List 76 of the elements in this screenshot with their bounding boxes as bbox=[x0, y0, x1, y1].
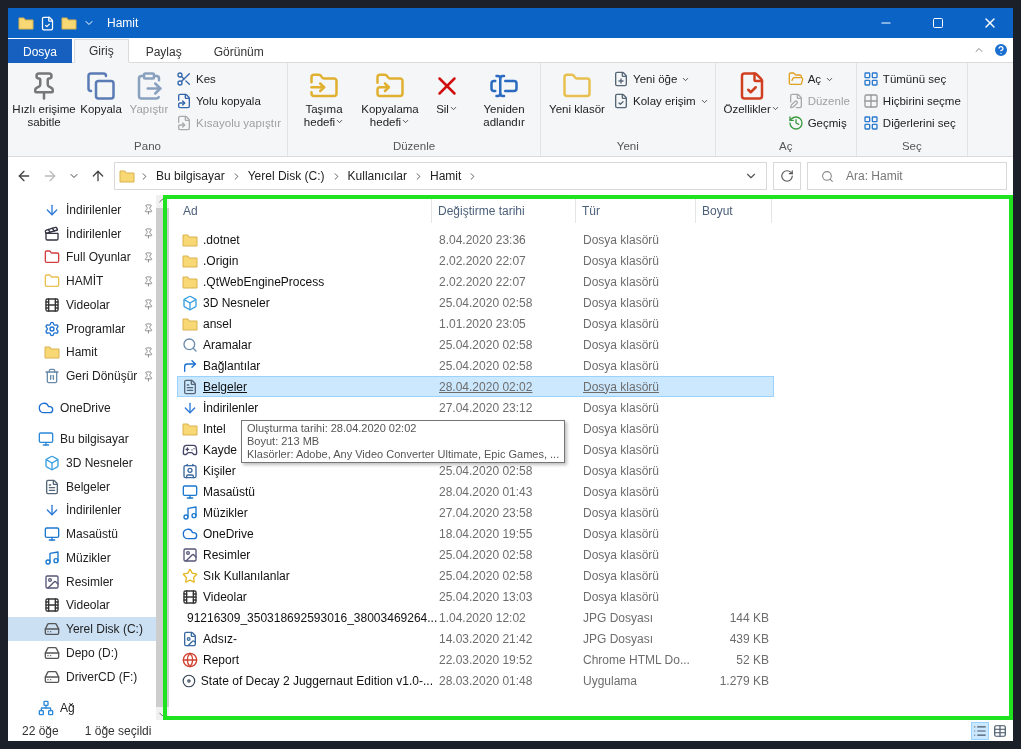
type-cell-text: Dosya klasörü bbox=[582, 379, 661, 394]
file-name: .QtWebEngineProcess bbox=[203, 274, 325, 289]
file-name: Kişiler bbox=[203, 463, 236, 478]
file-name: Report bbox=[203, 652, 240, 667]
file-name: ansel bbox=[203, 316, 232, 331]
type-cell-text: Dosya klasörü bbox=[582, 232, 661, 247]
type-cell-text: Dosya klasörü bbox=[582, 421, 661, 436]
type-cell-text: Dosya klasörü bbox=[582, 589, 661, 604]
date-cell-text: 25.04.2020 02:58 bbox=[438, 547, 534, 562]
date-cell-text: 25.04.2020 02:58 bbox=[438, 568, 534, 583]
date-cell-text: 2.02.2020 22:07 bbox=[438, 274, 527, 289]
type-cell-text: Dosya klasörü bbox=[582, 358, 661, 373]
type-cell-text: Dosya klasörü bbox=[582, 442, 661, 457]
file-name: Aramalar bbox=[203, 337, 252, 352]
size-cell-text: 1.279 KB bbox=[718, 673, 770, 688]
file-name: Müzikler bbox=[203, 505, 248, 520]
type-cell-text: Dosya klasörü bbox=[582, 505, 661, 520]
date-cell-text: 2.02.2020 22:07 bbox=[438, 253, 527, 268]
date-cell-text: 8.04.2020 23:36 bbox=[438, 232, 527, 247]
date-cell-text: 25.04.2020 02:58 bbox=[438, 463, 534, 478]
date-cell-text: 1.01.2020 23:05 bbox=[438, 316, 527, 331]
group-label: Düzenle bbox=[391, 140, 437, 154]
file-name: 3D Nesneler bbox=[203, 295, 270, 310]
tooltip: Oluşturma tarihi: 28.04.2020 02:02 Boyut: 213 MB Klasörler: Adobe, Any Video Converter Ultimate, Epic Games, ... bbox=[241, 420, 566, 463]
date-cell-text: 18.04.2020 19:55 bbox=[438, 526, 534, 541]
file-name: Adsız- bbox=[203, 631, 237, 646]
size-cell-text: 439 KB bbox=[728, 631, 770, 646]
type-cell-text: Dosya klasörü bbox=[582, 337, 661, 352]
date-cell-text: 28.04.2020 01:43 bbox=[438, 484, 534, 499]
file-name: Resimler bbox=[203, 547, 251, 562]
selection-count: 1 öğe seçildi bbox=[84, 723, 152, 738]
type-cell-text: Chrome HTML Do... bbox=[582, 652, 691, 667]
date-cell-text: 28.03.2020 01:48 bbox=[438, 673, 534, 688]
size-cell-text: 144 KB bbox=[728, 610, 770, 625]
type-cell-text: Dosya klasörü bbox=[582, 400, 661, 415]
group-label: Aç bbox=[778, 140, 794, 154]
type-cell-text: JPG Dosyası bbox=[582, 610, 655, 625]
file-name: .dotnet bbox=[203, 232, 240, 247]
date-cell-text: 22.03.2020 19:52 bbox=[438, 652, 534, 667]
type-cell-text: Dosya klasörü bbox=[582, 568, 661, 583]
group-label: Yeni bbox=[615, 140, 640, 154]
date-cell-text: 25.04.2020 02:58 bbox=[438, 295, 534, 310]
group-label: Seç bbox=[900, 140, 923, 154]
file-name: Belgeler bbox=[203, 379, 248, 394]
date-cell-text: 28.04.2020 02:02 bbox=[438, 379, 534, 394]
type-cell-text: Dosya klasörü bbox=[582, 526, 661, 541]
type-cell-text: Dosya klasörü bbox=[582, 463, 661, 478]
type-cell-text: Dosya klasörü bbox=[582, 274, 661, 289]
group-label: Pano bbox=[133, 140, 162, 154]
type-cell-text: Uygulama bbox=[582, 673, 639, 688]
file-name: 91216309_350318692593016_38003469264... bbox=[187, 610, 438, 625]
date-cell-text: 25.04.2020 02:58 bbox=[438, 337, 534, 352]
window-title: Hamit bbox=[107, 16, 140, 30]
date-cell-text: 27.04.2020 23:58 bbox=[438, 505, 534, 520]
type-cell-text: JPG Dosyası bbox=[582, 631, 655, 646]
file-name: Videolar bbox=[203, 589, 247, 604]
type-cell-text: Dosya klasörü bbox=[582, 316, 661, 331]
type-cell-text: Dosya klasörü bbox=[582, 295, 661, 310]
type-cell-text: Dosya klasörü bbox=[582, 253, 661, 268]
date-cell-text: 25.04.2020 13:03 bbox=[438, 589, 534, 604]
type-cell-text: Dosya klasörü bbox=[582, 547, 661, 562]
file-name: Kayde bbox=[203, 442, 238, 457]
size-cell-text: 52 KB bbox=[735, 652, 770, 667]
date-cell-text: 14.03.2020 21:42 bbox=[438, 631, 534, 646]
type-cell-text: Dosya klasörü bbox=[582, 484, 661, 499]
date-cell-text: 25.04.2020 02:58 bbox=[438, 358, 534, 373]
file-name: Bağlantılar bbox=[203, 358, 261, 373]
item-count: 22 öğe bbox=[22, 723, 59, 738]
file-name: State of Decay 2 Juggernaut Edition v1.0-... bbox=[200, 673, 433, 688]
file-name: OneDrive bbox=[203, 526, 254, 541]
file-name: Masaüstü bbox=[203, 484, 256, 499]
file-name: Sık Kullanılanlar bbox=[203, 568, 290, 583]
file-name: Intel bbox=[203, 421, 226, 436]
file-name: İndirilenler bbox=[203, 400, 259, 415]
date-cell-text: 27.04.2020 23:12 bbox=[438, 400, 534, 415]
file-name: .Origin bbox=[203, 253, 239, 268]
